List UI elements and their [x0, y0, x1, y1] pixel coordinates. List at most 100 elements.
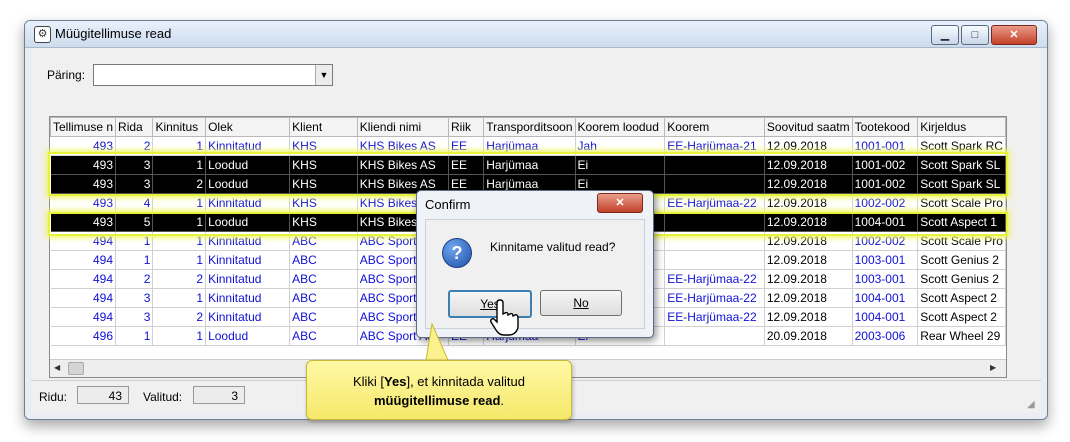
table-cell-code: 1002-002 [852, 231, 919, 251]
table-cell-date: 12.09.2018 [764, 136, 853, 156]
selected-count-label: Valitud: [143, 390, 183, 404]
table-cell-load [664, 250, 765, 270]
table-cell-status: Loodud [205, 174, 291, 194]
column-header[interactable]: Koorem loodud [574, 117, 666, 137]
column-header[interactable]: Olek [205, 117, 291, 137]
table-cell-order: 493 [50, 155, 117, 175]
table-cell-date: 12.09.2018 [764, 231, 853, 251]
table-cell-date: 12.09.2018 [764, 269, 853, 289]
table-row[interactable]: 493 3 1 Loodud KHS KHS Bikes AS EE Harjümaa Ei 12… [50, 155, 1006, 175]
table-cell-created: Jah [575, 136, 666, 156]
maximize-button[interactable]: □ [961, 25, 989, 45]
table-cell-client: KHS [289, 136, 358, 156]
column-header[interactable]: Riik [447, 117, 485, 137]
column-header[interactable]: Tootekood [851, 117, 919, 137]
table-cell-conf: 1 [152, 136, 207, 156]
scroll-right-icon[interactable]: ▶ [990, 363, 996, 372]
column-header[interactable]: Kirjeldus [917, 117, 1006, 137]
table-cell-row: 3 [115, 155, 154, 175]
minimize-button[interactable]: ▁ [931, 25, 959, 45]
table-cell-code: 1004-001 [852, 307, 919, 327]
callout-pointer [425, 322, 449, 361]
table-cell-order: 494 [50, 288, 117, 308]
table-cell-desc: Scott Aspect 2 [917, 307, 1006, 327]
table-cell-row: 3 [115, 174, 154, 194]
table-cell-order: 494 [50, 307, 117, 327]
window-title: Müügitellimuse read [55, 26, 172, 41]
table-cell-load [664, 231, 765, 251]
resize-grip-icon[interactable]: ◢ [1027, 399, 1039, 411]
table-cell-order: 496 [50, 326, 117, 346]
table-cell-conf: 1 [152, 288, 207, 308]
table-cell-name: KHS Bikes AS [357, 155, 450, 175]
table-cell-load: EE-Harjümaa-22 [664, 269, 765, 289]
table-cell-row: 1 [115, 231, 154, 251]
table-cell-row: 1 [115, 250, 154, 270]
instruction-callout: Kliki [Yes], et kinnitada valitud müügit… [306, 360, 572, 420]
table-cell-client: ABC [289, 269, 358, 289]
table-cell-conf: 1 [152, 155, 207, 175]
table-cell-client: ABC [289, 307, 358, 327]
table-cell-client: KHS [289, 155, 358, 175]
table-cell-conf: 1 [152, 231, 207, 251]
table-cell-desc: Scott Aspect 1 [917, 212, 1006, 232]
table-cell-desc: Scott Genius 2 [917, 269, 1006, 289]
table-cell-code: 1003-001 [852, 269, 919, 289]
table-cell-conf: 1 [152, 212, 207, 232]
column-header[interactable]: Kliendi nimi [356, 117, 450, 137]
table-cell-date: 20.09.2018 [764, 326, 853, 346]
scroll-left-icon[interactable]: ◀ [54, 363, 60, 372]
table-cell-date: 12.09.2018 [764, 212, 853, 232]
table-cell-zone: Harjümaa [483, 136, 576, 156]
horizontal-scroll-thumb[interactable] [68, 362, 84, 375]
table-cell-status: Kinnitatud [205, 307, 291, 327]
table-cell-order: 493 [50, 136, 117, 156]
table-cell-created: Ei [575, 155, 666, 175]
column-header[interactable]: Tellimuse n [50, 117, 117, 137]
column-header[interactable]: Klient [289, 117, 358, 137]
table-cell-zone: Harjümaa [483, 155, 576, 175]
table-row[interactable]: 493 2 1 Kinnitatud KHS KHS Bikes AS EE Harjümaa… [50, 136, 1006, 156]
table-cell-load: EE-Harjümaa-22 [664, 288, 765, 308]
table-cell-country: EE [448, 136, 485, 156]
table-cell-date: 12.09.2018 [764, 307, 853, 327]
table-cell-row: 5 [115, 212, 154, 232]
table-cell-client: ABC [289, 326, 358, 346]
dialog-close-button[interactable]: ✕ [597, 193, 643, 213]
table-cell-load [664, 326, 765, 346]
column-header[interactable]: Soovitud saatm [763, 117, 853, 137]
title-bar[interactable]: ⚙ Müügitellimuse read ▁ □ ✕ [25, 21, 1047, 48]
table-cell-code: 1001-001 [852, 136, 919, 156]
no-button[interactable]: No [540, 290, 622, 316]
dialog-body: ? Kinnitame valitud read? Yes No [425, 219, 645, 329]
table-cell-order: 493 [50, 193, 117, 213]
table-cell-date: 12.09.2018 [764, 193, 853, 213]
table-cell-code: 1001-002 [852, 174, 919, 194]
table-cell-code: 1004-001 [852, 212, 919, 232]
rows-count-label: Ridu: [39, 390, 68, 404]
no-button-label: No [573, 296, 589, 310]
column-header[interactable]: Koorem [664, 117, 765, 137]
table-cell-status: Kinnitatud [205, 231, 291, 251]
table-cell-conf: 2 [152, 174, 207, 194]
close-button[interactable]: ✕ [991, 25, 1037, 45]
query-label: Päring: [47, 68, 86, 82]
table-cell-client: ABC [289, 231, 358, 251]
table-cell-country: EE [448, 155, 485, 175]
chevron-down-icon[interactable]: ▼ [315, 65, 332, 85]
query-select[interactable]: ▼ [93, 64, 333, 86]
table-cell-row: 1 [115, 326, 154, 346]
column-header[interactable]: Transporditsoon [483, 117, 576, 137]
dialog-message: Kinnitame valitud read? [490, 240, 616, 254]
column-header[interactable]: Kinnitus [152, 117, 207, 137]
table-cell-load: EE-Harjümaa-21 [664, 136, 765, 156]
table-cell-desc: Scott Genius 2 [917, 250, 1006, 270]
table-cell-desc: Scott Spark RC [917, 136, 1006, 156]
vertical-scrollbar[interactable]: ▲ ▼ [1006, 117, 1007, 359]
table-cell-row: 4 [115, 193, 154, 213]
table-cell-status: Kinnitatud [205, 193, 291, 213]
table-cell-load [664, 155, 765, 175]
table-cell-row: 3 [115, 288, 154, 308]
column-header[interactable]: Rida [115, 117, 154, 137]
hand-cursor-icon [490, 299, 519, 336]
